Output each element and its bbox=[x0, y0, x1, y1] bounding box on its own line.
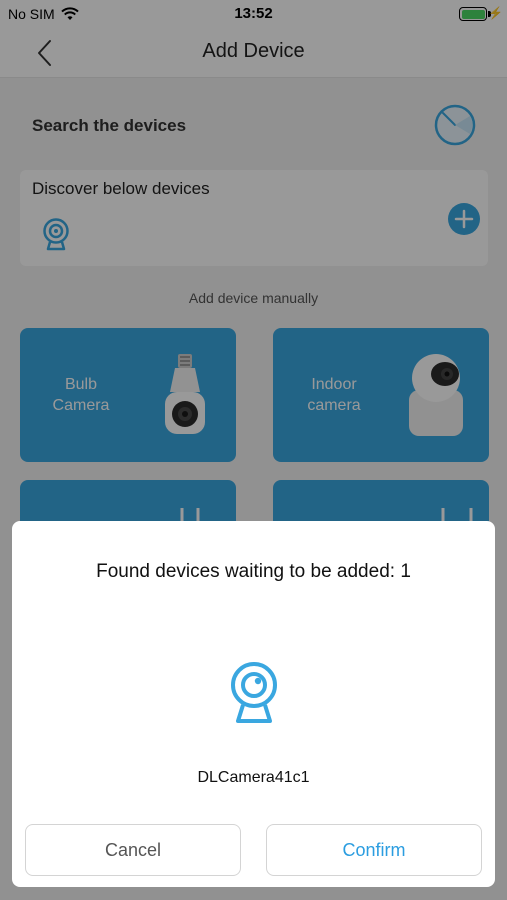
camera-icon bbox=[231, 662, 277, 723]
dialog-message: Found devices waiting to be added: 1 bbox=[96, 561, 411, 582]
confirm-button[interactable]: Confirm bbox=[266, 824, 482, 876]
found-devices-dialog: Found devices waiting to be added: 1 DLC… bbox=[12, 521, 495, 887]
device-name: DLCamera41c1 bbox=[197, 769, 310, 786]
cancel-button[interactable]: Cancel bbox=[25, 824, 241, 876]
